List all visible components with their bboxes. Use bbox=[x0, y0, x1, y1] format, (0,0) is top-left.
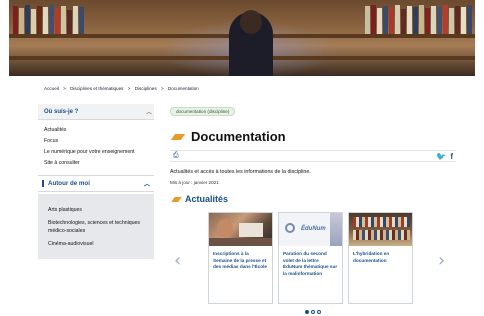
around-me-title: Autour de moi bbox=[42, 180, 90, 187]
news-card[interactable]: Inscriptions à la Semaine de la presse e… bbox=[208, 212, 273, 304]
news-card[interactable]: ÉduNum Parution du second volet de la le… bbox=[278, 212, 343, 304]
around-item-arts-plastiques[interactable]: Arts plastiques bbox=[48, 206, 146, 214]
share-toolbar: ⎙ 🐦 f bbox=[170, 150, 456, 162]
edunum-logo-text: ÉduNum bbox=[301, 226, 326, 232]
sidebar-item-site[interactable]: Site à consulter bbox=[44, 158, 154, 169]
twitter-icon[interactable]: 🐦 bbox=[436, 152, 446, 161]
sidebar-item-numerique[interactable]: Le numérique pour votre enseignement bbox=[44, 147, 154, 158]
news-card[interactable]: L'hybridation en documentation bbox=[348, 212, 413, 304]
where-am-i-title: Où suis-je ? bbox=[44, 108, 79, 115]
breadcrumb-disciplines[interactable]: Disciplines bbox=[135, 86, 157, 91]
chevron-up-icon: ︿ bbox=[143, 181, 150, 188]
around-item-cinema[interactable]: Cinéma-audiovisuel bbox=[48, 240, 146, 248]
classroom-photo bbox=[209, 213, 272, 246]
section-accent-mark bbox=[171, 196, 182, 202]
main-content: documentation (discipline) Documentation… bbox=[170, 100, 456, 204]
where-am-i-toggle[interactable]: Où suis-je ? ︿ bbox=[38, 104, 154, 120]
around-item-biotechnologies[interactable]: Biotechnologies, sciences et techniques … bbox=[48, 219, 146, 235]
sidebar: Où suis-je ? ︿ Actualités Focus Le numér… bbox=[38, 104, 154, 259]
library-photo bbox=[349, 213, 412, 246]
news-card-title: Parution du second volet de la lettre Éd… bbox=[283, 251, 338, 276]
news-card-title: L'hybridation en documentation bbox=[353, 251, 390, 263]
print-icon[interactable]: ⎙ bbox=[173, 152, 179, 160]
edunum-logo: ÉduNum bbox=[279, 213, 342, 246]
breadcrumb: Accueil > Disciplines et thématiques > D… bbox=[44, 86, 202, 91]
where-am-i-links: Actualités Focus Le numérique pour votre… bbox=[38, 120, 154, 169]
header-banner-image bbox=[9, 0, 475, 76]
around-me-toggle[interactable]: Autour de moi ︿ bbox=[38, 175, 154, 192]
updated-date: Mis à jour : janvier 2021 bbox=[170, 180, 219, 185]
news-carousel: ‹ Inscriptions à la Semaine de la presse… bbox=[170, 212, 456, 314]
breadcrumb-separator: > bbox=[63, 86, 66, 91]
sidebar-item-actualites[interactable]: Actualités bbox=[44, 125, 154, 136]
carousel-prev-button[interactable]: ‹ bbox=[174, 250, 181, 271]
breadcrumb-disciplines-themes[interactable]: Disciplines et thématiques bbox=[70, 86, 123, 91]
sidebar-item-focus[interactable]: Focus bbox=[44, 136, 154, 147]
around-me-list: Arts plastiques Biotechnologies, science… bbox=[38, 194, 154, 259]
title-accent-mark bbox=[170, 133, 186, 140]
breadcrumb-separator: > bbox=[160, 86, 164, 91]
carousel-pagination bbox=[305, 310, 321, 314]
page-title: Documentation bbox=[191, 129, 286, 144]
carousel-next-button[interactable]: › bbox=[438, 250, 445, 271]
carousel-dot[interactable] bbox=[311, 310, 315, 314]
breadcrumb-home[interactable]: Accueil bbox=[44, 86, 59, 91]
breadcrumb-separator: > bbox=[127, 86, 131, 91]
facebook-icon[interactable]: f bbox=[450, 152, 453, 161]
carousel-dot[interactable] bbox=[305, 310, 309, 314]
chevron-up-icon: ︿ bbox=[145, 110, 152, 116]
news-card-title: Inscriptions à la Semaine de la presse e… bbox=[213, 251, 268, 269]
intro-text: Actualités et accès à toutes les informa… bbox=[170, 169, 311, 175]
news-section-title: Actualités bbox=[185, 194, 229, 204]
carousel-dot[interactable] bbox=[317, 310, 321, 314]
breadcrumb-current: Documentation bbox=[167, 86, 199, 91]
discipline-tag[interactable]: documentation (discipline) bbox=[170, 107, 236, 116]
